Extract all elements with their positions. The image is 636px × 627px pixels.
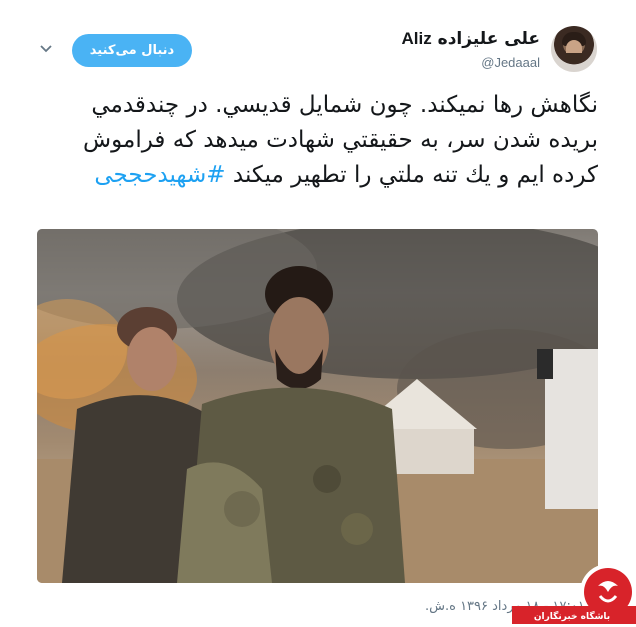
following-button[interactable]: دنبال می‌کنید <box>72 34 192 67</box>
display-name-farsi: علی علیزاده <box>437 29 540 49</box>
user-handle[interactable]: @Jedaaal <box>481 55 540 70</box>
display-name-latin: Aliz <box>401 29 432 48</box>
chevron-down-icon[interactable] <box>38 40 54 56</box>
display-name[interactable]: Aliz علی علیزاده <box>402 29 540 49</box>
tweet-card: Aliz علی علیزاده @Jedaaal دنبال می‌کنید … <box>0 0 636 627</box>
hashtag-link[interactable]: #شهیدحججی <box>94 162 225 188</box>
tweet-photo[interactable] <box>37 229 598 583</box>
watermark-label: باشگاه خبرنگاران <box>534 610 610 622</box>
watermark-logo: باشگاه خبرنگاران <box>512 564 636 624</box>
tweet-text: نگاهش رها نميكند. چون شمايل قديسي. در چن… <box>38 88 598 193</box>
avatar[interactable] <box>551 26 597 72</box>
